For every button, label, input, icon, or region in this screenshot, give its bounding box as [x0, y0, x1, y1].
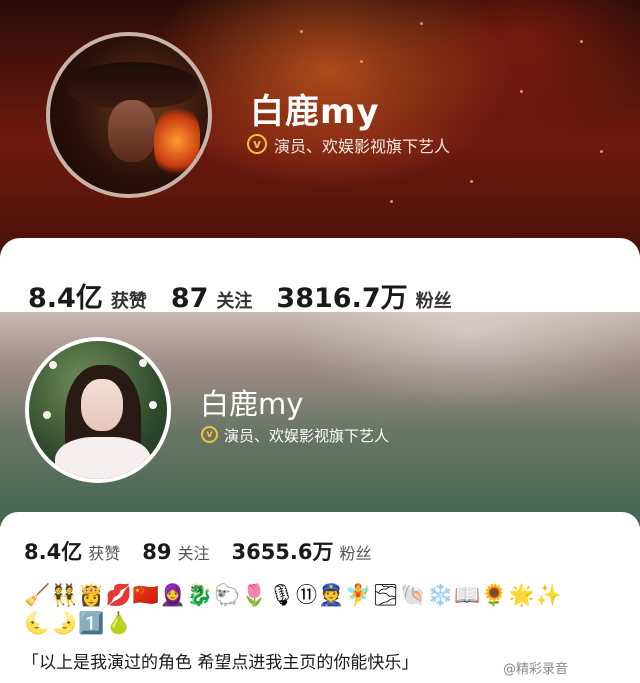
- likes-count[interactable]: 8.4亿: [24, 536, 82, 566]
- likes-label: 获赞: [88, 544, 121, 563]
- followers-count[interactable]: 3655.6万: [231, 536, 333, 566]
- avatar-face: [108, 100, 156, 162]
- verification-text: 演员、欢娱影视旗下艺人: [224, 427, 390, 445]
- following-count[interactable]: 89: [142, 540, 171, 564]
- bio-text: 「以上是我演过的角色 希望点进我主页的你能快乐」: [22, 653, 419, 673]
- avatar[interactable]: [25, 337, 171, 483]
- avatar-face: [81, 379, 123, 431]
- following-count[interactable]: 87: [171, 283, 209, 314]
- likes-label: 获赞: [110, 291, 147, 312]
- followers-label: 粉丝: [415, 291, 452, 312]
- v-badge-icon: v: [247, 134, 267, 154]
- following-label: 关注: [216, 291, 253, 312]
- bio-emoji-row: 🌜🌛1️⃣🍐: [24, 611, 133, 635]
- likes-count[interactable]: 8.4亿: [28, 276, 103, 315]
- stats-row: 8.4亿 获赞 87 关注 3816.7万 粉丝: [28, 276, 476, 315]
- followers-label: 粉丝: [339, 544, 372, 563]
- avatar-dress: [55, 437, 151, 479]
- verification-text: 演员、欢娱影视旗下艺人: [274, 137, 451, 156]
- profile-name: 白鹿my: [200, 387, 304, 421]
- following-label: 关注: [177, 544, 210, 563]
- watermark: @精彩录音: [503, 662, 569, 677]
- avatar[interactable]: [46, 32, 212, 198]
- followers-count[interactable]: 3816.7万: [276, 276, 407, 315]
- v-badge-icon: v: [201, 426, 218, 443]
- profile-name: 白鹿my: [250, 92, 380, 132]
- stats-row: 8.4亿 获赞 89 关注 3655.6万 粉丝: [24, 536, 394, 566]
- avatar-flame: [154, 106, 200, 176]
- bio-emoji-row: 🧹👯👸💋🇨🇳🧕🐉🐑🌷🎙⑪👮🧚🌫🐚❄️📖🌻🌟✨: [24, 583, 563, 607]
